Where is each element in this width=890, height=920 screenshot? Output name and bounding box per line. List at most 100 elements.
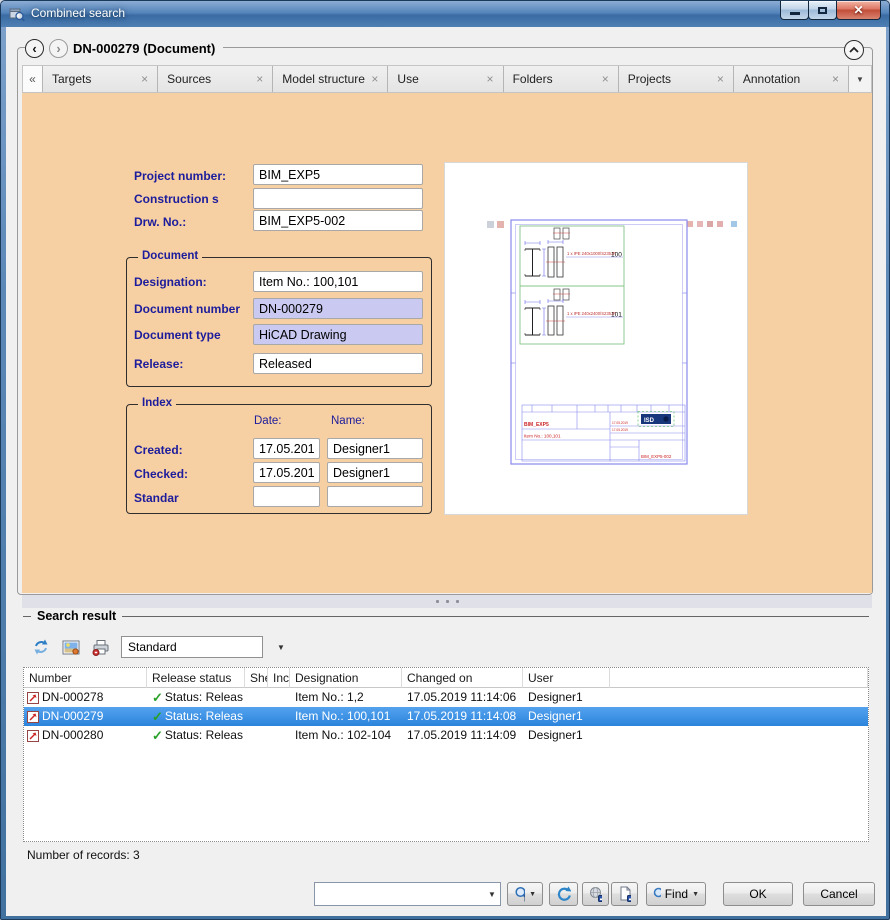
collapse-dash-icon[interactable] — [23, 616, 31, 617]
tab-model-structure[interactable]: Model structure× — [273, 66, 388, 92]
cell-changed-on: 17.05.2019 11:14:06 — [402, 688, 523, 707]
nav-previous-button[interactable]: ‹ — [25, 39, 44, 58]
part-label-101: 1 x IPE 240x2400/S235JR — [567, 311, 616, 316]
release-field[interactable] — [253, 353, 423, 374]
drawing-document-icon — [27, 711, 39, 723]
document-type-label: Document type — [134, 328, 221, 342]
tab-targets[interactable]: Targets × — [43, 66, 158, 92]
tab-label: Annotation — [743, 72, 800, 86]
chevron-right-icon: › — [56, 42, 60, 55]
document-groupbox-legend: Document — [138, 250, 202, 262]
dropdown-arrow-icon[interactable]: ▼ — [484, 883, 500, 905]
tab-close-icon[interactable]: × — [832, 72, 839, 86]
designation-field[interactable] — [253, 271, 423, 292]
tab-close-icon[interactable]: × — [717, 72, 724, 86]
drawing-document-icon — [27, 692, 39, 704]
tab-projects[interactable]: Projects × — [619, 66, 734, 92]
standard-name-field[interactable] — [327, 486, 423, 507]
drawing-preview-image: 1 x IPE 240x1000/S235JR 100 1 x IPE 240x… — [445, 163, 747, 514]
standard-date-field[interactable] — [253, 486, 320, 507]
table-row[interactable]: DN-000280 ✓ Status: Releas Item No.: 102… — [24, 726, 868, 745]
col-changed-on[interactable]: Changed on — [402, 668, 523, 688]
table-row-selected[interactable]: DN-000279 ✓ Status: Releas Item No.: 100… — [24, 707, 868, 726]
col-index[interactable]: Inc — [268, 668, 290, 688]
image-icon — [62, 639, 80, 656]
cell-number: DN-000278 — [42, 688, 103, 707]
ok-button[interactable]: OK — [723, 882, 793, 906]
checked-label: Checked: — [134, 467, 188, 481]
standard-label: Standar — [134, 491, 179, 505]
load-search-button[interactable] — [582, 882, 609, 906]
tab-close-icon[interactable]: × — [256, 72, 263, 86]
printer-icon — [92, 639, 110, 656]
construction-section-field[interactable] — [253, 188, 423, 209]
tab-overflow-button[interactable]: ▼ — [849, 66, 871, 92]
tab-close-icon[interactable]: × — [141, 72, 148, 86]
tab-sources[interactable]: Sources× — [158, 66, 273, 92]
col-number[interactable]: Number — [24, 668, 147, 688]
cell-changed-on: 17.05.2019 11:14:09 — [402, 726, 523, 745]
created-name-field[interactable] — [327, 438, 423, 459]
tab-use[interactable]: Use× — [388, 66, 503, 92]
drawing-number-label: Drw. No.: — [134, 215, 186, 229]
checked-date-field[interactable] — [253, 462, 320, 483]
tab-label: Targets — [52, 72, 91, 86]
item-no-101: 101 — [611, 312, 622, 319]
tab-close-icon[interactable]: × — [602, 72, 609, 86]
save-search-button[interactable]: ▼ — [507, 882, 543, 906]
search-results-table: Number Release status She Inc Designatio… — [23, 667, 869, 842]
drawing-preview-panel[interactable]: 1 x IPE 240x1000/S235JR 100 1 x IPE 240x… — [444, 162, 748, 515]
table-row[interactable]: DN-000278 ✓ Status: Releas Item No.: 1,2… — [24, 688, 868, 707]
document-number-field[interactable] — [253, 298, 423, 319]
globe-save-icon — [589, 886, 602, 902]
minimize-button[interactable] — [780, 1, 809, 20]
col-sheet[interactable]: She — [245, 668, 268, 688]
print-results-button[interactable] — [91, 637, 111, 657]
tab-scroll-left-button[interactable]: « — [23, 66, 43, 92]
new-search-button[interactable] — [611, 882, 638, 906]
cell-designation: Item No.: 102-104 — [290, 726, 402, 745]
refresh-search-button[interactable] — [549, 882, 578, 906]
result-preset-combobox[interactable]: Standard — [121, 636, 263, 658]
col-release-status[interactable]: Release status — [147, 668, 245, 688]
col-user[interactable]: User — [523, 668, 610, 688]
cancel-button[interactable]: Cancel — [803, 882, 875, 906]
preset-dropdown-button[interactable]: ▼ — [273, 636, 289, 658]
record-count-label: Number of records: 3 — [27, 848, 140, 862]
combined-search-icon — [9, 6, 25, 27]
index-groupbox-legend: Index — [138, 397, 176, 409]
checked-name-field[interactable] — [327, 462, 423, 483]
chevron-left-icon: ‹ — [32, 42, 36, 55]
combined-search-window: Combined search ✕ ‹ › DN-000279 (Documen… — [0, 0, 890, 920]
tab-close-icon[interactable]: × — [371, 72, 378, 86]
cell-user: Designer1 — [523, 726, 610, 745]
find-button[interactable]: Find ▼ — [646, 882, 706, 906]
designation-label: Designation: — [134, 275, 207, 289]
titlebar[interactable]: Combined search ✕ — [1, 1, 889, 27]
nav-next-button[interactable]: › — [49, 39, 68, 58]
cell-user: Designer1 — [523, 688, 610, 707]
col-designation[interactable]: Designation — [290, 668, 402, 688]
index-date-header: Date: — [254, 415, 282, 427]
show-preview-button[interactable] — [61, 637, 81, 657]
cell-release-status: Status: Releas — [165, 707, 243, 726]
search-result-toolbar: Standard ▼ — [31, 635, 289, 659]
tab-label: Projects — [628, 72, 671, 86]
tab-annotation[interactable]: Annotation × — [734, 66, 849, 92]
minimize-icon — [790, 12, 800, 15]
drawing-number-field[interactable] — [253, 210, 423, 231]
part-label-100: 1 x IPE 240x1000/S235JR — [567, 251, 616, 256]
titleblock-drawing-no: BIM_EXP5-002 — [641, 454, 672, 459]
titleblock-designation: Item No.: 100,101 — [524, 434, 561, 439]
maximize-button[interactable] — [808, 1, 837, 20]
cell-number: DN-000280 — [42, 726, 103, 745]
close-button[interactable]: ✕ — [836, 1, 881, 20]
tab-folders[interactable]: Folders× — [504, 66, 619, 92]
saved-search-combobox[interactable]: ▼ — [314, 882, 501, 906]
project-number-field[interactable] — [253, 164, 423, 185]
document-type-field[interactable] — [253, 324, 423, 345]
created-date-field[interactable] — [253, 438, 320, 459]
tab-close-icon[interactable]: × — [487, 72, 494, 86]
refresh-results-button[interactable] — [31, 637, 51, 657]
collapse-panel-button[interactable] — [844, 40, 864, 60]
